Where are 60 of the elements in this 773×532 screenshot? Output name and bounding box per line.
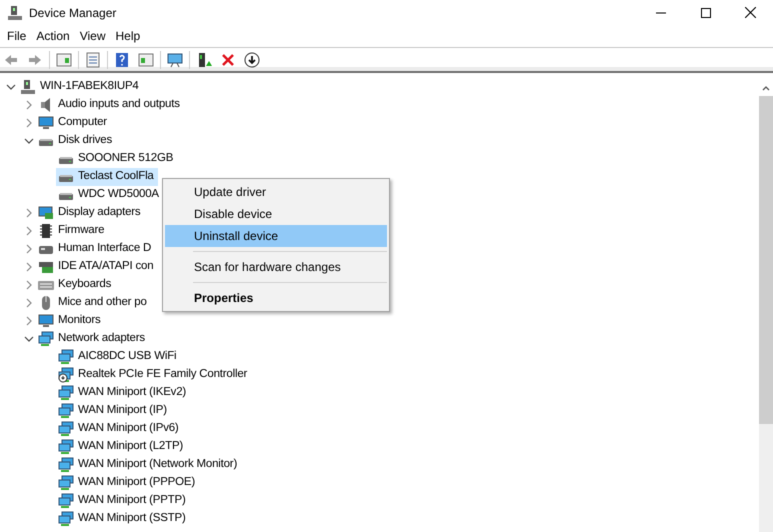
- network-icon: [58, 385, 74, 401]
- context-menu-item[interactable]: Update driver: [165, 181, 387, 203]
- tree-item[interactable]: WDC WD5000A: [56, 186, 163, 204]
- tree-item[interactable]: WAN Miniport (IP): [56, 402, 171, 420]
- tree-item[interactable]: Audio inputs and outputs: [36, 96, 184, 114]
- context-menu-item[interactable]: Disable device: [165, 203, 387, 225]
- menu-item[interactable]: Action: [31, 27, 75, 45]
- tree-item[interactable]: WAN Miniport (Network Monitor): [56, 456, 242, 474]
- monitor-icon: [38, 115, 54, 131]
- tree-item[interactable]: AIC88DC USB WiFi: [56, 348, 180, 366]
- network-icon: [58, 475, 74, 491]
- network-icon: [58, 511, 74, 527]
- context-menu-item[interactable]: Properties: [165, 287, 387, 309]
- collapse-chevron-icon[interactable]: [6, 82, 16, 92]
- tree-item[interactable]: Keyboards: [36, 276, 116, 294]
- download-arrow-icon[interactable]: [242, 50, 262, 70]
- network-disabled-icon: [58, 367, 74, 383]
- network-icon: [58, 421, 74, 437]
- app-icon: [7, 4, 23, 20]
- monitor-icon: [38, 313, 54, 329]
- tree-item[interactable]: Firmware: [36, 222, 108, 240]
- network-icon: [58, 349, 74, 365]
- tree-item[interactable]: Realtek PCIe FE Family Controller: [56, 366, 252, 384]
- tree-item[interactable]: WIN-1FABEK8IUP4: [18, 78, 143, 96]
- network-icon: [58, 439, 74, 455]
- maximize-icon: [700, 8, 710, 18]
- chip-icon: [38, 223, 54, 239]
- network-icon: [38, 331, 54, 347]
- tree-item[interactable]: Display adapters: [36, 204, 144, 222]
- tree-item[interactable]: Monitors: [36, 312, 104, 330]
- scrollbar[interactable]: [759, 80, 773, 532]
- tree-item[interactable]: WAN Miniport (PPPOE): [56, 474, 199, 492]
- tree-item[interactable]: Mice and other po: [36, 294, 151, 312]
- network-icon: [58, 457, 74, 473]
- menu-item[interactable]: View: [74, 27, 110, 45]
- tree-item[interactable]: IDE ATA/ATAPI con: [36, 258, 158, 276]
- collapse-chevron-icon[interactable]: [24, 136, 34, 146]
- tree-item[interactable]: Computer: [36, 114, 111, 132]
- collapse-chevron-icon[interactable]: [24, 334, 34, 344]
- tree-item[interactable]: WAN Miniport (IKEv2): [56, 384, 190, 402]
- computer-icon: [20, 79, 36, 95]
- controller-card-icon: [38, 259, 54, 275]
- tree-item[interactable]: SOOONER 512GB: [56, 150, 178, 168]
- context-menu-item[interactable]: Uninstall device: [165, 225, 387, 247]
- tree-item[interactable]: WAN Miniport (PPTP): [56, 492, 190, 510]
- network-icon: [58, 403, 74, 419]
- context-menu-item[interactable]: Scan for hardware changes: [165, 256, 387, 278]
- window-title: Device Manager: [29, 4, 116, 22]
- tree-item[interactable]: WAN Miniport (IPv6): [56, 420, 183, 438]
- tree-item[interactable]: WAN Miniport (SSTP): [56, 510, 190, 528]
- close-icon: [745, 7, 756, 18]
- tree-item[interactable]: WAN Miniport (L2TP): [56, 438, 188, 456]
- tree-item[interactable]: Human Interface D: [36, 240, 156, 258]
- tree-item[interactable]: Disk drives: [36, 132, 116, 150]
- display-card-icon: [38, 205, 54, 221]
- menu-item[interactable]: File: [2, 27, 32, 45]
- tree-item[interactable]: Teclast CoolFla: [56, 168, 158, 186]
- tree-item[interactable]: Network adapters: [36, 330, 149, 348]
- network-icon: [58, 493, 74, 509]
- menu-item[interactable]: Help: [110, 27, 146, 45]
